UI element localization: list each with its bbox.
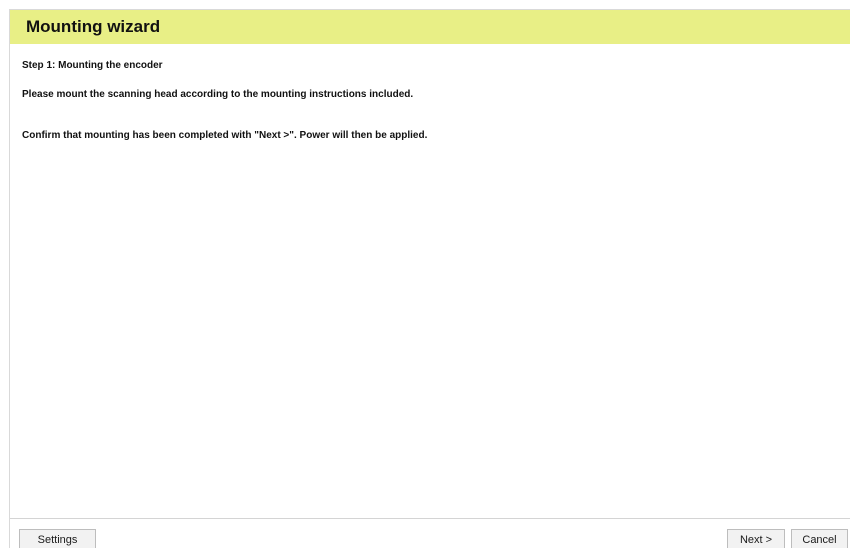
wizard-page: Mounting wizard Step 1: Mounting the enc… [0, 0, 850, 548]
wizard-title: Mounting wizard [26, 17, 161, 36]
step-title: Step 1: Mounting the encoder [22, 60, 163, 71]
confirmation-instruction: Confirm that mounting has been completed… [22, 130, 428, 141]
title-bar: Mounting wizard [10, 10, 850, 44]
settings-button[interactable]: Settings [19, 529, 96, 548]
next-button[interactable]: Next > [727, 529, 785, 548]
wizard-dialog: Mounting wizard Step 1: Mounting the enc… [9, 9, 850, 548]
button-bar: Settings Next > Cancel [10, 518, 850, 548]
mounting-instruction: Please mount the scanning head according… [22, 89, 414, 100]
cancel-button[interactable]: Cancel [791, 529, 848, 548]
